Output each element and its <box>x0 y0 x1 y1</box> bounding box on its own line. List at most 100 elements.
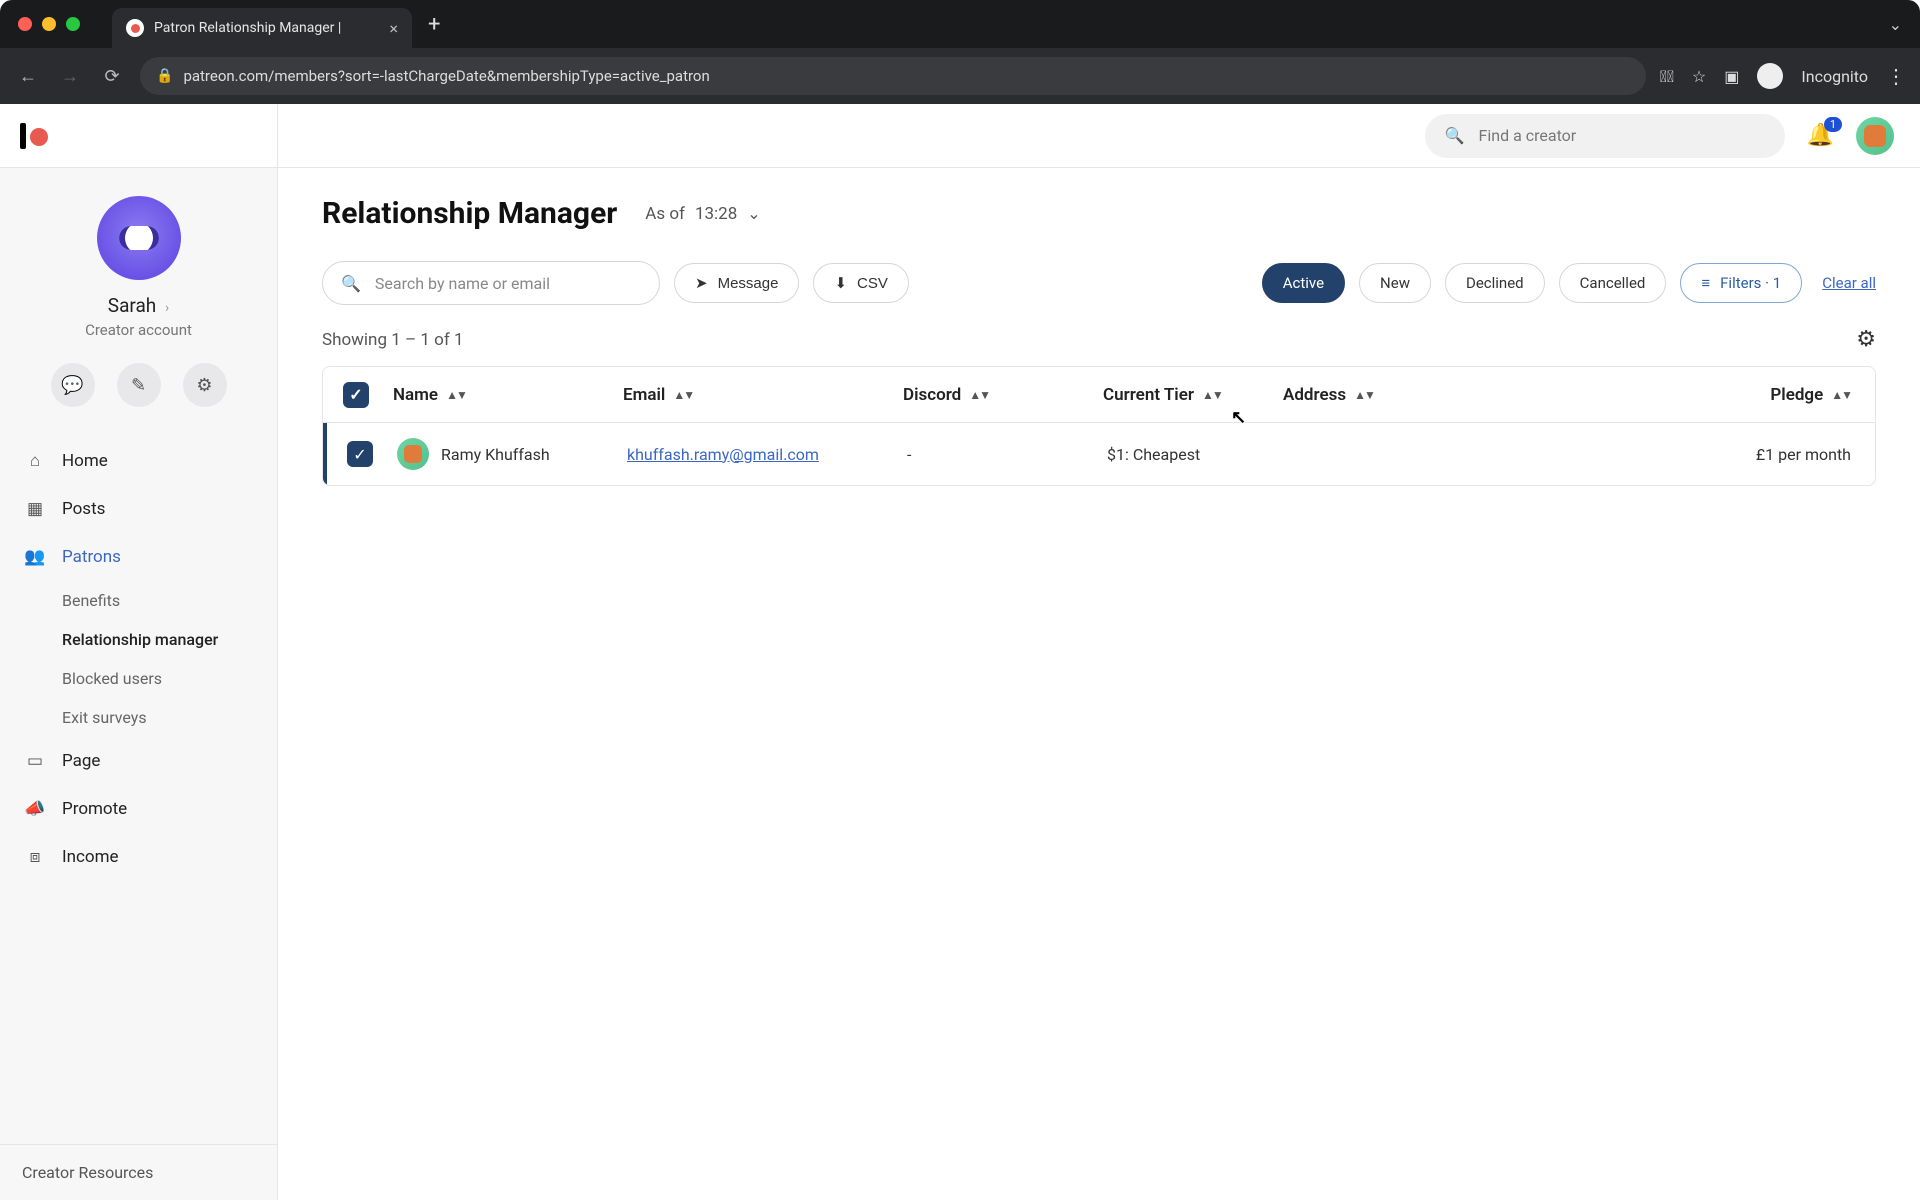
member-search-placeholder: Search by name or email <box>375 274 550 293</box>
patrons-icon: 👥 <box>24 547 46 567</box>
sidebar: Sarah › Creator account 💬 ✎ ⚙ ⌂ Home ▦ P… <box>0 104 278 1200</box>
incognito-label: Incognito <box>1801 67 1868 86</box>
page-title: Relationship Manager <box>322 196 617 231</box>
col-label: Name <box>393 385 438 405</box>
table-row[interactable]: ✓ Ramy Khuffash khuffash.ramy@gmail.com … <box>323 423 1875 485</box>
col-address[interactable]: Address ▲▼ <box>1283 385 1483 405</box>
col-label: Discord <box>903 385 961 405</box>
nav-label: Page <box>62 751 100 771</box>
csv-button[interactable]: ⬇ CSV <box>813 263 908 303</box>
table-settings-button[interactable]: ⚙ <box>1856 327 1876 352</box>
tracking-off-icon[interactable]: 👁̸ <box>1660 67 1674 86</box>
chevron-down-icon: ⌄ <box>747 204 760 223</box>
mini-chat-button[interactable]: 💬 <box>51 363 95 407</box>
tab-close-icon[interactable]: × <box>389 19 398 38</box>
mini-settings-button[interactable]: ⚙ <box>183 363 227 407</box>
sort-icon: ▲▼ <box>1202 388 1222 402</box>
back-button[interactable]: ← <box>14 66 42 87</box>
minimize-window-icon[interactable] <box>42 17 56 31</box>
row-checkbox[interactable]: ✓ <box>347 441 373 467</box>
url-input[interactable]: 🔒 patreon.com/members?sort=-lastChargeDa… <box>140 57 1646 95</box>
select-all-checkbox[interactable]: ✓ <box>343 382 369 408</box>
filters-label: Filters · 1 <box>1720 274 1781 292</box>
extensions-icon[interactable]: ▣ <box>1724 67 1739 86</box>
mini-edit-button[interactable]: ✎ <box>117 363 161 407</box>
col-label: Address <box>1283 385 1346 405</box>
sidebar-footer-link[interactable]: Creator Resources <box>0 1144 277 1200</box>
col-label: Current Tier <box>1103 385 1194 405</box>
reload-button[interactable]: ⟳ <box>98 66 126 87</box>
tabs-overflow-icon[interactable]: ⌄ <box>1889 15 1902 34</box>
creator-name: Sarah <box>108 294 156 317</box>
chip-new[interactable]: New <box>1359 263 1431 303</box>
posts-icon: ▦ <box>24 499 46 519</box>
nav-posts[interactable]: ▦ Posts <box>0 485 277 533</box>
lock-icon: 🔒 <box>156 68 173 84</box>
col-discord[interactable]: Discord ▲▼ <box>903 385 1103 405</box>
chat-icon: 💬 <box>61 375 83 396</box>
sort-icon: ▲▼ <box>1831 388 1851 402</box>
forward-button: → <box>56 66 84 87</box>
browser-chrome: Patron Relationship Manager | × + ⌄ ← → … <box>0 0 1920 104</box>
tab-strip: Patron Relationship Manager | × + ⌄ <box>0 0 1920 48</box>
col-tier[interactable]: Current Tier ▲▼ ↖ <box>1103 385 1283 405</box>
nav-page[interactable]: ▭ Page <box>0 737 277 785</box>
window-controls <box>18 17 80 31</box>
bookmark-star-icon[interactable]: ☆ <box>1692 67 1706 86</box>
message-button[interactable]: ➤ Message <box>674 263 799 303</box>
col-name[interactable]: Name ▲▼ <box>393 385 623 405</box>
nav-income[interactable]: ⧈ Income <box>0 833 277 881</box>
nav-blocked-users[interactable]: Blocked users <box>0 659 277 698</box>
patron-avatar <box>397 438 429 470</box>
nav-benefits[interactable]: Benefits <box>0 581 277 620</box>
nav-patrons[interactable]: 👥 Patrons <box>0 533 277 581</box>
nav-promote[interactable]: 📣 Promote <box>0 785 277 833</box>
close-window-icon[interactable] <box>18 17 32 31</box>
creator-subtitle: Creator account <box>0 321 277 339</box>
filters-button[interactable]: ≡ Filters · 1 <box>1680 263 1802 303</box>
patron-discord: - <box>907 445 1107 464</box>
income-icon: ⧈ <box>24 847 46 867</box>
patron-email-link[interactable]: khuffash.ramy@gmail.com <box>627 445 819 464</box>
chip-declined[interactable]: Declined <box>1445 263 1545 303</box>
chevron-right-icon: › <box>165 300 169 316</box>
patron-name: Ramy Khuffash <box>441 445 550 464</box>
results-count: Showing 1 – 1 of 1 <box>322 330 464 350</box>
browser-menu-icon[interactable]: ⋮ <box>1886 64 1906 88</box>
chip-active[interactable]: Active <box>1262 263 1345 303</box>
send-icon: ➤ <box>695 274 708 292</box>
creator-name-row[interactable]: Sarah › <box>0 294 277 317</box>
nav-label: Posts <box>62 499 105 519</box>
new-tab-button[interactable]: + <box>428 12 440 37</box>
nav-exit-surveys[interactable]: Exit surveys <box>0 698 277 737</box>
fullscreen-window-icon[interactable] <box>66 17 80 31</box>
member-search-input[interactable]: 🔍 Search by name or email <box>322 261 660 305</box>
sort-icon: ▲▼ <box>969 388 989 402</box>
creator-block: Sarah › Creator account <box>0 168 277 339</box>
main-content: Relationship Manager As of 13:28 ⌄ 🔍 Sea… <box>278 104 1920 1200</box>
col-pledge[interactable]: Pledge ▲▼ <box>1483 385 1875 405</box>
sliders-icon: ≡ <box>1701 274 1710 292</box>
incognito-avatar-icon <box>1757 63 1783 89</box>
page-icon: ▭ <box>24 751 46 771</box>
patron-tier: $1: Cheapest <box>1107 445 1287 464</box>
chip-cancelled[interactable]: Cancelled <box>1559 263 1667 303</box>
nav-label: Promote <box>62 799 127 819</box>
toolbar: 🔍 Search by name or email ➤ Message ⬇ CS… <box>322 261 1876 305</box>
nav-relationship-manager[interactable]: Relationship manager <box>0 620 277 659</box>
nav-home[interactable]: ⌂ Home <box>0 437 277 485</box>
browser-tab[interactable]: Patron Relationship Manager | × <box>112 8 412 48</box>
patron-pledge: £1 per month <box>1487 445 1875 464</box>
col-label: Email <box>623 385 665 405</box>
clear-all-link[interactable]: Clear all <box>1822 274 1876 292</box>
sort-icon: ▲▼ <box>446 388 466 402</box>
col-email[interactable]: Email ▲▼ <box>623 385 903 405</box>
patreon-logo[interactable] <box>20 123 48 149</box>
creator-avatar[interactable] <box>97 196 181 280</box>
nav-label: Home <box>62 451 108 471</box>
address-bar: ← → ⟳ 🔒 patreon.com/members?sort=-lastCh… <box>0 48 1920 104</box>
as-of-dropdown[interactable]: As of 13:28 ⌄ <box>645 204 760 224</box>
url-text: patreon.com/members?sort=-lastChargeDate… <box>183 67 709 85</box>
download-icon: ⬇ <box>834 274 847 292</box>
sort-icon: ▲▼ <box>673 388 693 402</box>
